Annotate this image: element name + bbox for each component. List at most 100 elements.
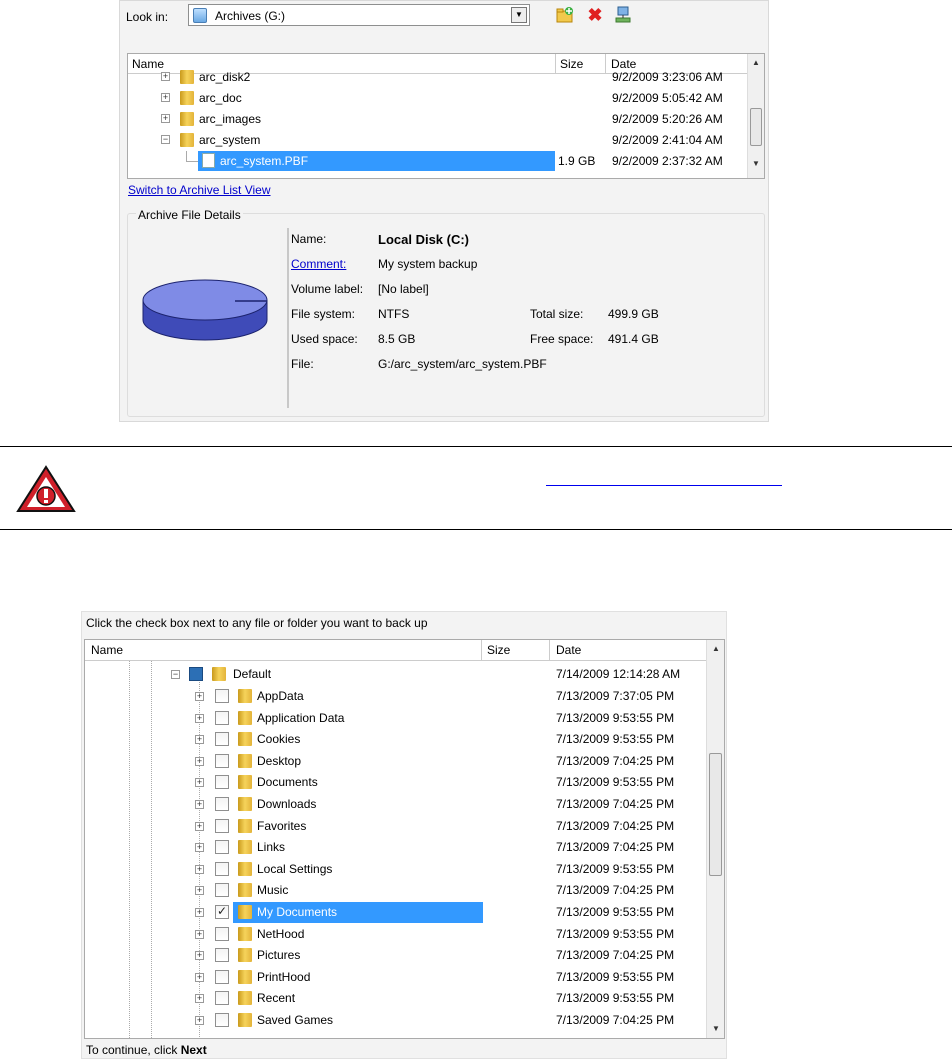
comment-link[interactable]: Comment:: [291, 257, 346, 271]
expand-icon[interactable]: +: [195, 1016, 204, 1025]
expand-icon[interactable]: +: [195, 778, 204, 788]
scroll-up-icon[interactable]: ▲: [712, 644, 720, 653]
folder-icon: [238, 775, 252, 790]
look-in-dropdown[interactable]: Archives (G:) ▼: [188, 4, 530, 26]
expand-icon[interactable]: +: [195, 886, 204, 896]
list-item[interactable]: + NetHood 7/13/2009 9:53:55 PM: [85, 924, 705, 946]
item-date: 9/2/2009 5:05:42 AM: [612, 91, 723, 105]
list-item[interactable]: + Links 7/13/2009 7:04:25 PM: [85, 837, 705, 859]
list-item[interactable]: − arc_system 9/2/2009 2:41:04 AM: [128, 130, 748, 150]
list-item[interactable]: + Favorites 7/13/2009 7:04:25 PM: [85, 816, 705, 838]
list-item[interactable]: + AppData 7/13/2009 7:37:05 PM: [85, 686, 705, 708]
group-legend: Archive File Details: [136, 208, 243, 222]
expand-icon[interactable]: +: [195, 843, 204, 853]
checkbox[interactable]: [215, 689, 229, 703]
checkbox[interactable]: [215, 926, 229, 941]
expand-icon[interactable]: +: [195, 864, 204, 874]
checkbox[interactable]: [215, 710, 229, 725]
checkbox-checked[interactable]: [215, 904, 229, 919]
list-item[interactable]: + Music 7/13/2009 7:04:25 PM: [85, 880, 705, 902]
tree-root-item[interactable]: − Default 7/14/2009 12:14:28 AM: [85, 664, 705, 686]
checkbox[interactable]: [215, 948, 229, 963]
new-folder-icon[interactable]: [556, 6, 574, 24]
vertical-scrollbar[interactable]: ▲ ▼: [706, 640, 724, 1038]
item-date: 7/13/2009 7:04:25 PM: [556, 1013, 675, 1027]
archive-browse-dialog: Look in: Archives (G:) ▼ ✖ Name Size Dat…: [119, 0, 769, 422]
item-name: Downloads: [257, 797, 317, 811]
checkbox[interactable]: [215, 797, 229, 811]
checkbox[interactable]: [215, 732, 229, 747]
list-item[interactable]: + Downloads 7/13/2009 7:04:25 PM: [85, 794, 705, 816]
expand-icon[interactable]: +: [195, 713, 204, 723]
column-size-header[interactable]: Size: [487, 643, 510, 657]
checkbox-partial[interactable]: [189, 667, 203, 681]
item-date: 7/13/2009 9:53:55 PM: [556, 710, 675, 725]
checkbox[interactable]: [215, 1013, 229, 1027]
network-icon[interactable]: [614, 6, 632, 24]
list-item[interactable]: + arc_doc 9/2/2009 5:05:42 AM: [128, 88, 748, 108]
checkbox[interactable]: [215, 991, 229, 1006]
list-item[interactable]: + Cookies 7/13/2009 9:53:55 PM: [85, 729, 705, 751]
expand-icon[interactable]: +: [195, 908, 204, 917]
file-tree-list[interactable]: Name Size Date − Default 7/14/2009 12:14…: [84, 639, 725, 1039]
delete-icon[interactable]: ✖: [586, 6, 604, 24]
folder-icon: [238, 710, 252, 725]
expand-icon[interactable]: +: [195, 800, 204, 809]
list-item[interactable]: + arc_disk2 9/2/2009 3:23:06 AM: [128, 67, 748, 87]
item-name: arc_doc: [199, 91, 242, 105]
vertical-scrollbar[interactable]: ▲ ▼: [747, 54, 764, 178]
item-date: 7/14/2009 12:14:28 AM: [556, 667, 681, 681]
list-item[interactable]: + Pictures 7/13/2009 7:04:25 PM: [85, 945, 705, 967]
scroll-down-icon[interactable]: ▼: [752, 159, 760, 168]
list-item[interactable]: + Desktop 7/13/2009 7:04:25 PM: [85, 751, 705, 773]
checkbox[interactable]: [215, 969, 229, 984]
warning-link-underline[interactable]: [546, 485, 782, 486]
expand-icon[interactable]: +: [195, 994, 204, 1004]
warning-icon: [16, 465, 76, 512]
checkbox[interactable]: [215, 775, 229, 790]
expand-icon[interactable]: +: [195, 972, 204, 982]
item-name: Recent: [257, 991, 296, 1006]
scroll-down-icon[interactable]: ▼: [712, 1024, 720, 1033]
switch-view-link[interactable]: Switch to Archive List View: [128, 183, 271, 197]
expand-icon[interactable]: +: [195, 821, 204, 831]
archive-details-group: Archive File Details Name: Local Disk (C…: [127, 208, 765, 417]
checkbox[interactable]: [215, 883, 229, 898]
collapse-icon[interactable]: −: [161, 135, 170, 144]
column-name-header[interactable]: Name: [91, 643, 123, 657]
list-item[interactable]: + Local Settings 7/13/2009 9:53:55 PM: [85, 859, 705, 881]
list-item-selected[interactable]: + My Documents 7/13/2009 9:53:55 PM: [85, 902, 705, 924]
list-item[interactable]: + Application Data 7/13/2009 9:53:55 PM: [85, 708, 705, 730]
list-item-selected[interactable]: arc_system.PBF 1.9 GB 9/2/2009 2:37:32 A…: [128, 151, 748, 171]
item-date: 7/13/2009 9:53:55 PM: [556, 861, 675, 876]
checkbox[interactable]: [215, 753, 229, 768]
list-item[interactable]: + arc_images 9/2/2009 5:20:26 AM: [128, 109, 748, 129]
expand-icon[interactable]: +: [161, 72, 170, 81]
list-item[interactable]: + PrintHood 7/13/2009 9:53:55 PM: [85, 967, 705, 989]
item-name: arc_system.PBF: [220, 154, 309, 168]
item-name: Pictures: [257, 948, 301, 963]
expand-icon[interactable]: +: [195, 756, 204, 766]
expand-icon[interactable]: +: [161, 114, 170, 123]
list-item[interactable]: + Recent 7/13/2009 9:53:55 PM: [85, 988, 705, 1010]
scroll-thumb[interactable]: [750, 108, 762, 146]
file-label: File:: [291, 357, 314, 371]
item-date: 7/13/2009 9:53:55 PM: [556, 991, 675, 1006]
list-item[interactable]: + Documents 7/13/2009 9:53:55 PM: [85, 772, 705, 794]
expand-icon[interactable]: +: [195, 735, 204, 745]
dropdown-arrow-icon[interactable]: ▼: [511, 7, 527, 23]
archive-tree-list[interactable]: Name Size Date + arc_disk2 9/2/2009 3:23…: [127, 53, 765, 179]
list-item[interactable]: + Saved Games 7/13/2009 7:04:25 PM: [85, 1010, 705, 1032]
collapse-icon[interactable]: −: [171, 670, 180, 679]
expand-icon[interactable]: +: [161, 93, 170, 102]
expand-icon[interactable]: +: [195, 929, 204, 939]
disk-icon: [142, 279, 268, 341]
checkbox[interactable]: [215, 818, 229, 833]
column-date-header[interactable]: Date: [556, 643, 581, 657]
scroll-up-icon[interactable]: ▲: [752, 58, 760, 67]
checkbox[interactable]: [215, 861, 229, 876]
expand-icon[interactable]: +: [195, 692, 204, 701]
scroll-thumb[interactable]: [709, 753, 722, 876]
checkbox[interactable]: [215, 840, 229, 855]
expand-icon[interactable]: +: [195, 951, 204, 961]
